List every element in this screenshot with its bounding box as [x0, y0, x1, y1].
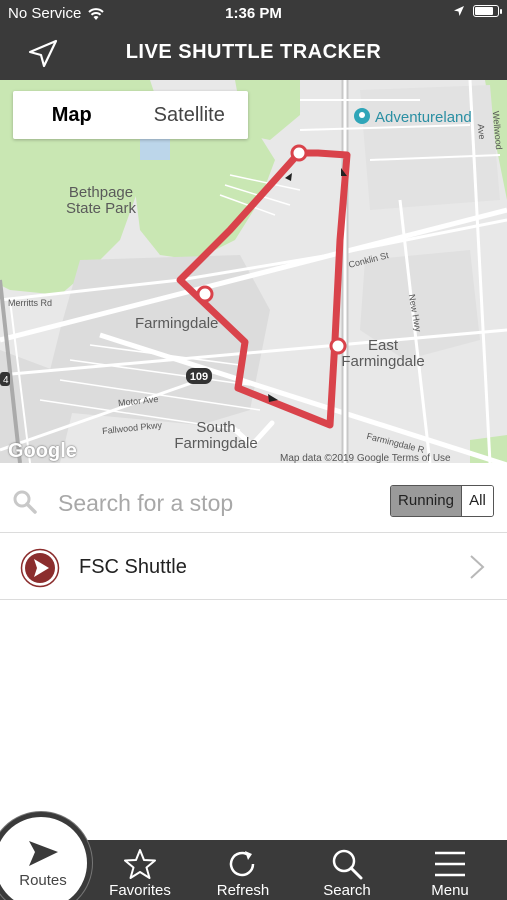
stop-search-bar: Running All [0, 473, 507, 533]
filter-all[interactable]: All [461, 486, 493, 516]
app-header: LIVE SHUTTLE TRACKER [0, 28, 507, 80]
tab-favorites[interactable]: Favorites [90, 840, 190, 900]
search-input[interactable] [58, 485, 378, 521]
map-label-merritts: Merritts Rd [8, 298, 53, 308]
tab-label: Favorites [109, 882, 171, 899]
map-label-adventureland: Adventureland [375, 109, 472, 126]
page-title: LIVE SHUTTLE TRACKER [125, 41, 382, 63]
filter-running[interactable]: Running [391, 486, 461, 516]
tab-label: Menu [431, 882, 469, 899]
search-icon [13, 490, 37, 514]
tab-menu[interactable]: Menu [400, 840, 500, 900]
route-list-item[interactable]: FSC Shuttle [0, 534, 507, 600]
status-bar: No Service 1:36 PM [0, 0, 507, 28]
route-name: FSC Shuttle [79, 556, 187, 578]
map-label-wellwood: Wellwood Ave [475, 110, 505, 151]
map-type-map[interactable]: Map [13, 91, 131, 139]
tab-refresh[interactable]: Refresh [193, 840, 293, 900]
route-4-shield: 4 [3, 375, 9, 386]
map-view[interactable]: 109 4 Map Satellite Adventureland Bethpa… [0, 80, 507, 463]
map-type-toggle: Map Satellite [13, 91, 248, 139]
stop-marker [196, 285, 214, 303]
chevron-right-icon [470, 555, 485, 579]
map-attribution[interactable]: Map data ©2019 Google Terms of Use [280, 453, 451, 463]
stop-marker [290, 144, 308, 162]
route-109-shield: 109 [190, 371, 208, 383]
map-label-south-farmingdale: South Farmingdale [174, 419, 258, 452]
status-right [453, 5, 502, 17]
navigation-arrow-icon [29, 841, 58, 866]
status-time: 1:36 PM [225, 5, 282, 22]
battery-icon [473, 5, 502, 17]
refresh-icon [229, 851, 255, 877]
star-icon [124, 849, 156, 879]
map-label-bethpage: Bethpage State Park [65, 184, 137, 217]
tab-search[interactable]: Search [297, 840, 397, 900]
battery-fill [475, 7, 493, 15]
map-label-east-farmingdale: East Farmingdale [341, 337, 425, 370]
search-icon [332, 849, 363, 880]
location-services-icon [454, 6, 464, 16]
tab-routes[interactable]: Routes [0, 830, 86, 900]
menu-icon [435, 851, 465, 877]
tab-label: Search [323, 882, 371, 899]
map-label-farmingdale: Farmingdale [135, 315, 219, 332]
running-filter-toggle: Running All [390, 485, 494, 517]
tab-label: Routes [19, 872, 67, 889]
google-logo: Google [8, 440, 77, 462]
tab-label: Refresh [216, 882, 270, 899]
map-type-satellite[interactable]: Satellite [131, 91, 249, 139]
play-circle-icon [20, 548, 60, 588]
